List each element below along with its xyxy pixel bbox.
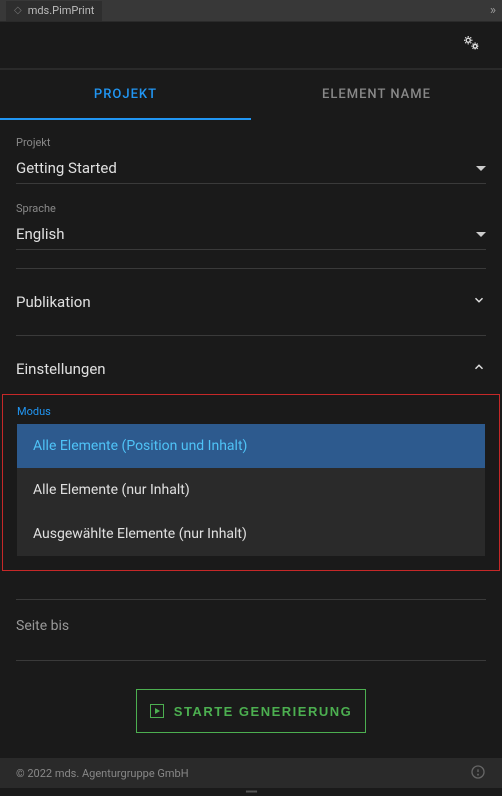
modus-option-0-label: Alle Elemente (Position und Inhalt): [33, 438, 247, 454]
modus-highlight-box: Modus Alle Elemente (Position und Inhalt…: [2, 394, 500, 571]
sprache-label: Sprache: [16, 202, 486, 215]
seite-bis-label: Seite bis: [16, 618, 486, 634]
einstellungen-label: Einstellungen: [16, 360, 106, 378]
modus-label: Modus: [17, 405, 485, 418]
copyright-text: © 2022 mds. Agenturgruppe GmbH: [16, 767, 189, 780]
tab-element-name-label: ELEMENT NAME: [322, 87, 431, 102]
settings-gears-icon[interactable]: [460, 32, 482, 58]
modus-option-1-label: Alle Elemente (nur Inhalt): [33, 482, 190, 498]
modus-option-2-label: Ausgewählte Elemente (nur Inhalt): [33, 526, 247, 542]
info-icon[interactable]: [470, 764, 486, 783]
modus-option-2[interactable]: Ausgewählte Elemente (nur Inhalt): [17, 512, 485, 556]
publikation-label: Publikation: [16, 293, 91, 311]
divider: [16, 268, 486, 269]
einstellungen-section[interactable]: Einstellungen: [16, 342, 486, 396]
modus-option-0[interactable]: Alle Elemente (Position und Inhalt): [17, 424, 485, 468]
tab-projekt[interactable]: PROJEKT: [0, 70, 251, 120]
modus-option-1[interactable]: Alle Elemente (nur Inhalt): [17, 468, 485, 512]
play-icon: [150, 704, 164, 718]
tab-bar: PROJEKT ELEMENT NAME: [0, 70, 502, 120]
projekt-label: Projekt: [16, 136, 486, 149]
toolbar: [0, 22, 502, 70]
dropdown-arrow-icon: [476, 166, 486, 171]
seite-bis-field[interactable]: Seite bis: [16, 618, 486, 661]
chevron-up-icon: [472, 360, 486, 378]
sprache-field[interactable]: Sprache English: [16, 202, 486, 250]
divider: [16, 335, 486, 336]
dropdown-arrow-icon: [476, 232, 486, 237]
projekt-value: Getting Started: [16, 159, 117, 177]
input-underline: [16, 660, 486, 661]
publikation-section[interactable]: Publikation: [16, 275, 486, 329]
generate-button-label: STARTE GENERIERUNG: [174, 704, 352, 719]
start-generation-button[interactable]: STARTE GENERIERUNG: [136, 689, 366, 733]
drag-handle-icon: ◇: [14, 5, 22, 16]
expand-panel-icon[interactable]: »: [490, 3, 496, 18]
panel-title: mds.PimPrint: [28, 4, 95, 17]
tab-element-name[interactable]: ELEMENT NAME: [251, 70, 502, 120]
sprache-value: English: [16, 225, 65, 243]
content-area: Projekt Getting Started Sprache English …: [0, 120, 502, 749]
resize-grip-icon[interactable]: ▪▪▪▪▪▪: [245, 787, 256, 796]
modus-options-list: Alle Elemente (Position und Inhalt) Alle…: [17, 424, 485, 556]
projekt-field[interactable]: Projekt Getting Started: [16, 136, 486, 184]
chevron-down-icon: [472, 293, 486, 311]
panel-tab[interactable]: ◇ mds.PimPrint: [6, 1, 102, 21]
footer: © 2022 mds. Agenturgruppe GmbH: [0, 758, 502, 788]
tab-projekt-label: PROJEKT: [94, 87, 157, 102]
title-bar: ◇ mds.PimPrint »: [0, 0, 502, 22]
input-underline: [16, 599, 486, 600]
